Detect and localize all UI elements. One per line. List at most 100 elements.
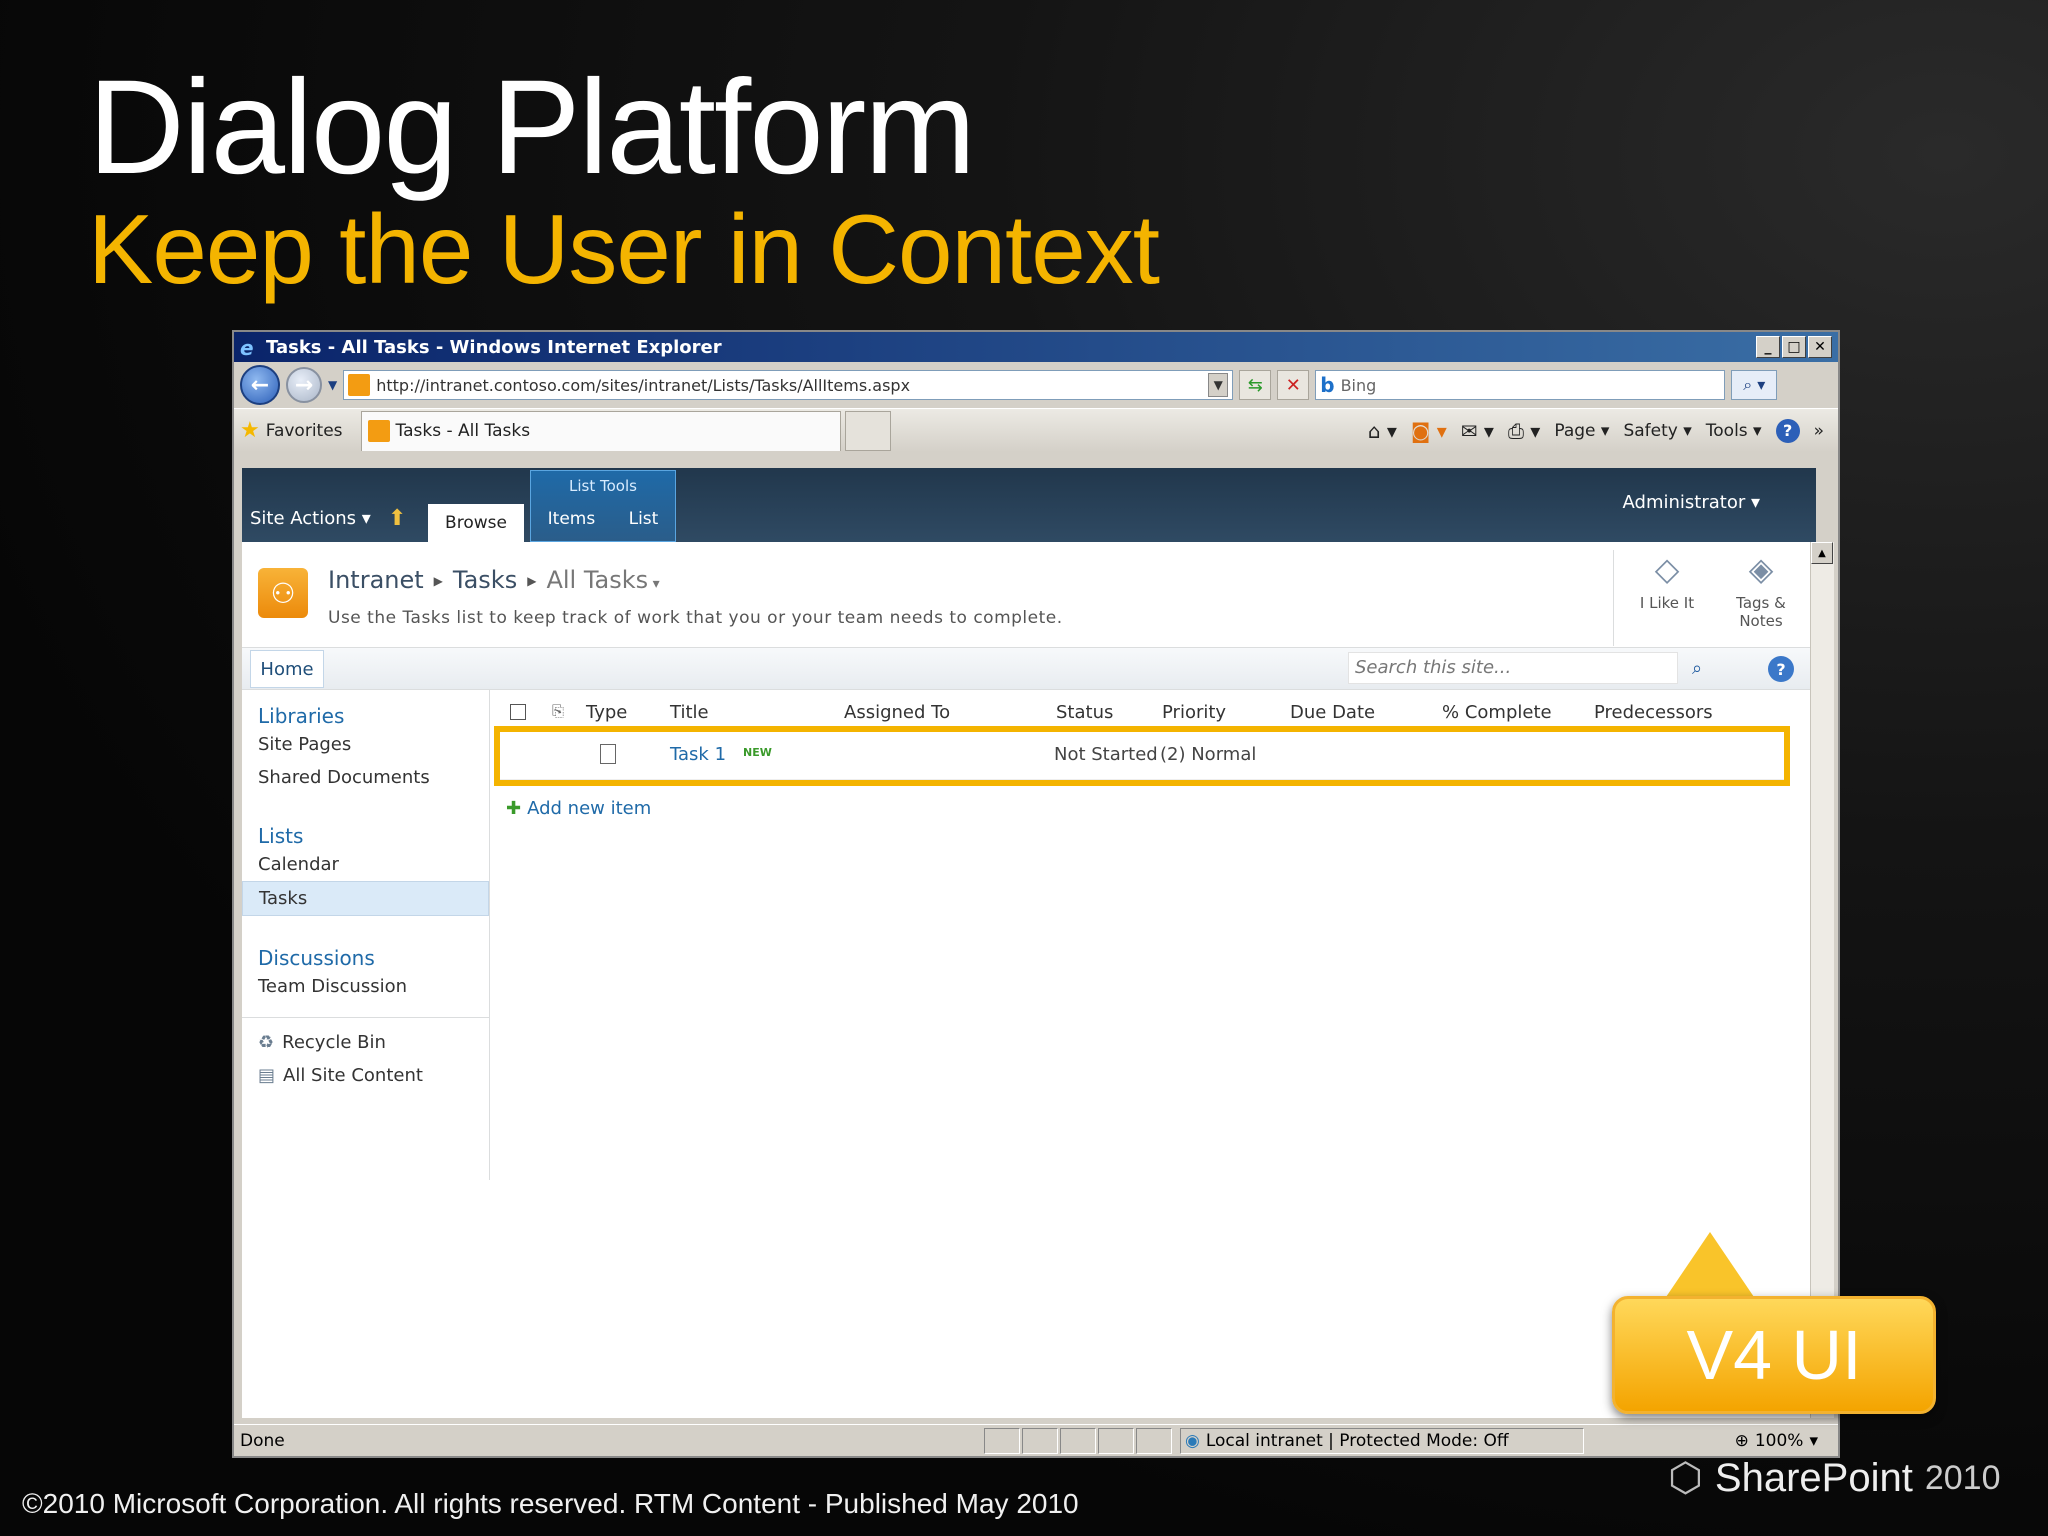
add-new-item-link[interactable]: ✚ Add new item	[506, 798, 651, 819]
favorites-label[interactable]: Favorites	[266, 421, 343, 441]
tag-notes-icon: ◈	[1748, 550, 1774, 588]
col-priority[interactable]: Priority	[1162, 702, 1226, 723]
ql-item-shared-documents[interactable]: Shared Documents	[242, 761, 489, 794]
address-input[interactable]: http://intranet.contoso.com/sites/intran…	[343, 370, 1234, 400]
tools-menu[interactable]: Tools ▾	[1706, 421, 1762, 441]
sharepoint-logo: ⬡ SharePoint 2010	[1668, 1448, 2018, 1508]
history-dropdown-icon[interactable]: ▼	[328, 378, 337, 392]
breadcrumb: Intranet ▶ Tasks ▶ All Tasks ▾	[328, 566, 660, 594]
browser-search-button[interactable]: ⌕ ▾	[1731, 370, 1778, 400]
ql-item-calendar[interactable]: Calendar	[242, 848, 489, 881]
navigate-up-icon[interactable]: ⬆	[388, 506, 406, 531]
site-search-input[interactable]: Search this site...	[1348, 652, 1678, 684]
site-logo-icon[interactable]: ⚇	[258, 568, 308, 618]
ie-logo-icon: e	[240, 336, 254, 360]
social-buttons: ◇ I Like It ◈ Tags & Notes	[1613, 550, 1796, 646]
mail-icon[interactable]: ✉ ▾	[1461, 419, 1494, 443]
browser-tab[interactable]: Tasks - All Tasks	[360, 410, 841, 451]
ql-item-site-pages[interactable]: Site Pages	[242, 728, 489, 761]
recycle-bin-label: Recycle Bin	[282, 1032, 386, 1053]
site-actions-menu[interactable]: Site Actions ▾	[250, 508, 371, 529]
safety-menu[interactable]: Safety ▾	[1623, 421, 1691, 441]
col-status[interactable]: Status	[1056, 702, 1113, 723]
quick-launch: Libraries Site Pages Shared Documents Li…	[242, 690, 490, 1180]
user-menu[interactable]: Administrator ▾	[1623, 492, 1760, 513]
more-commands-icon[interactable]: »	[1814, 421, 1824, 441]
crumb-all-tasks[interactable]: All Tasks	[546, 566, 648, 594]
favorites-bar: ★ Favorites Tasks - All Tasks ⌂ ▾ ◙ ▾ ✉ …	[234, 408, 1838, 452]
page-menu[interactable]: Page ▾	[1554, 421, 1609, 441]
status-text: Done	[240, 1430, 285, 1451]
all-site-content-label: All Site Content	[283, 1065, 423, 1086]
new-tab-button[interactable]	[844, 410, 891, 451]
status-pane	[1098, 1427, 1134, 1454]
tag-smile-icon: ◇	[1654, 550, 1680, 588]
i-like-it-label: I Like It	[1639, 594, 1695, 612]
ql-item-tasks[interactable]: Tasks	[242, 881, 489, 916]
bing-icon: b	[1320, 373, 1335, 397]
highlight-box	[494, 726, 1790, 786]
list-tools-title: List Tools	[569, 477, 637, 495]
slide-title: Dialog Platform	[88, 53, 976, 202]
nav-home[interactable]: Home	[250, 650, 324, 688]
zone-text: Local intranet | Protected Mode: Off	[1205, 1430, 1509, 1451]
forward-button[interactable]: →	[286, 367, 322, 403]
col-title[interactable]: Title	[670, 702, 709, 723]
browser-search-input[interactable]: b Bing	[1315, 370, 1726, 400]
col-assigned-to[interactable]: Assigned To	[844, 702, 950, 723]
crumb-separator-icon: ▶	[433, 574, 443, 588]
ql-all-site-content[interactable]: ▤ All Site Content	[242, 1059, 489, 1092]
v4-ui-callout: V4 UI	[1612, 1296, 1936, 1414]
browser-search-placeholder: Bing	[1340, 375, 1377, 395]
tab-label: Tasks - All Tasks	[395, 421, 531, 441]
address-dropdown-icon[interactable]: ▼	[1208, 373, 1229, 397]
copyright-text: ©2010 Microsoft Corporation. All rights …	[22, 1488, 1079, 1519]
sharepoint-page: Site Actions ▾ ⬆ Browse List Tools Items…	[242, 468, 1816, 1418]
i-like-it-button[interactable]: ◇ I Like It	[1632, 550, 1702, 646]
col-predecessors[interactable]: Predecessors	[1594, 702, 1713, 723]
status-pane	[1060, 1427, 1096, 1454]
ql-heading-discussions[interactable]: Discussions	[242, 946, 489, 970]
print-icon[interactable]: ⎙ ▾	[1508, 419, 1540, 443]
close-button[interactable]: ✕	[1808, 336, 1832, 358]
feeds-icon[interactable]: ◙ ▾	[1411, 419, 1447, 443]
status-pane	[1136, 1427, 1172, 1454]
col-percent-complete[interactable]: % Complete	[1442, 702, 1552, 723]
status-pane	[1022, 1427, 1058, 1454]
tags-notes-label: Tags & Notes	[1736, 594, 1786, 630]
col-due-date[interactable]: Due Date	[1290, 702, 1375, 723]
crumb-tasks[interactable]: Tasks	[453, 566, 517, 594]
search-icon[interactable]: ⌕	[1680, 652, 1714, 684]
vertical-scrollbar[interactable]: ▲	[1810, 542, 1834, 1418]
scroll-up-icon[interactable]: ▲	[1811, 542, 1833, 564]
ql-recycle-bin[interactable]: ♻ Recycle Bin	[242, 1026, 489, 1059]
url-text: http://intranet.contoso.com/sites/intran…	[376, 375, 911, 395]
stop-button[interactable]: ✕	[1277, 370, 1310, 400]
minimize-button[interactable]: _	[1756, 336, 1780, 358]
select-all-checkbox[interactable]	[510, 704, 526, 720]
help-icon[interactable]: ?	[1768, 656, 1794, 682]
slide-subtitle: Keep the User in Context	[88, 194, 1160, 304]
tags-notes-button[interactable]: ◈ Tags & Notes	[1726, 550, 1796, 646]
col-type[interactable]: Type	[586, 702, 627, 723]
maximize-button[interactable]: □	[1782, 336, 1806, 358]
top-navigation: Home Search this site... ⌕ ?	[242, 648, 1816, 690]
ql-heading-lists[interactable]: Lists	[242, 824, 489, 848]
favorites-star-icon[interactable]: ★	[240, 418, 260, 443]
help-icon[interactable]: ?	[1775, 418, 1800, 443]
list-tools-group: List Tools Items List	[530, 470, 676, 542]
globe-icon: ◉	[1185, 1430, 1200, 1451]
ql-heading-libraries[interactable]: Libraries	[242, 704, 489, 728]
tab-browse[interactable]: Browse	[428, 504, 524, 542]
back-button[interactable]: ←	[240, 365, 280, 405]
view-dropdown-icon[interactable]: ▾	[648, 576, 660, 592]
tab-list[interactable]: List	[629, 509, 659, 529]
callout-pointer	[1664, 1232, 1756, 1300]
ql-item-team-discussion[interactable]: Team Discussion	[242, 970, 489, 1003]
security-zone[interactable]: ◉ Local intranet | Protected Mode: Off	[1180, 1427, 1584, 1454]
home-icon[interactable]: ⌂ ▾	[1368, 419, 1397, 443]
recycle-bin-icon: ♻	[258, 1032, 275, 1053]
tab-items[interactable]: Items	[548, 509, 596, 529]
refresh-button[interactable]: ⇆	[1239, 370, 1272, 400]
crumb-intranet[interactable]: Intranet	[328, 566, 424, 594]
